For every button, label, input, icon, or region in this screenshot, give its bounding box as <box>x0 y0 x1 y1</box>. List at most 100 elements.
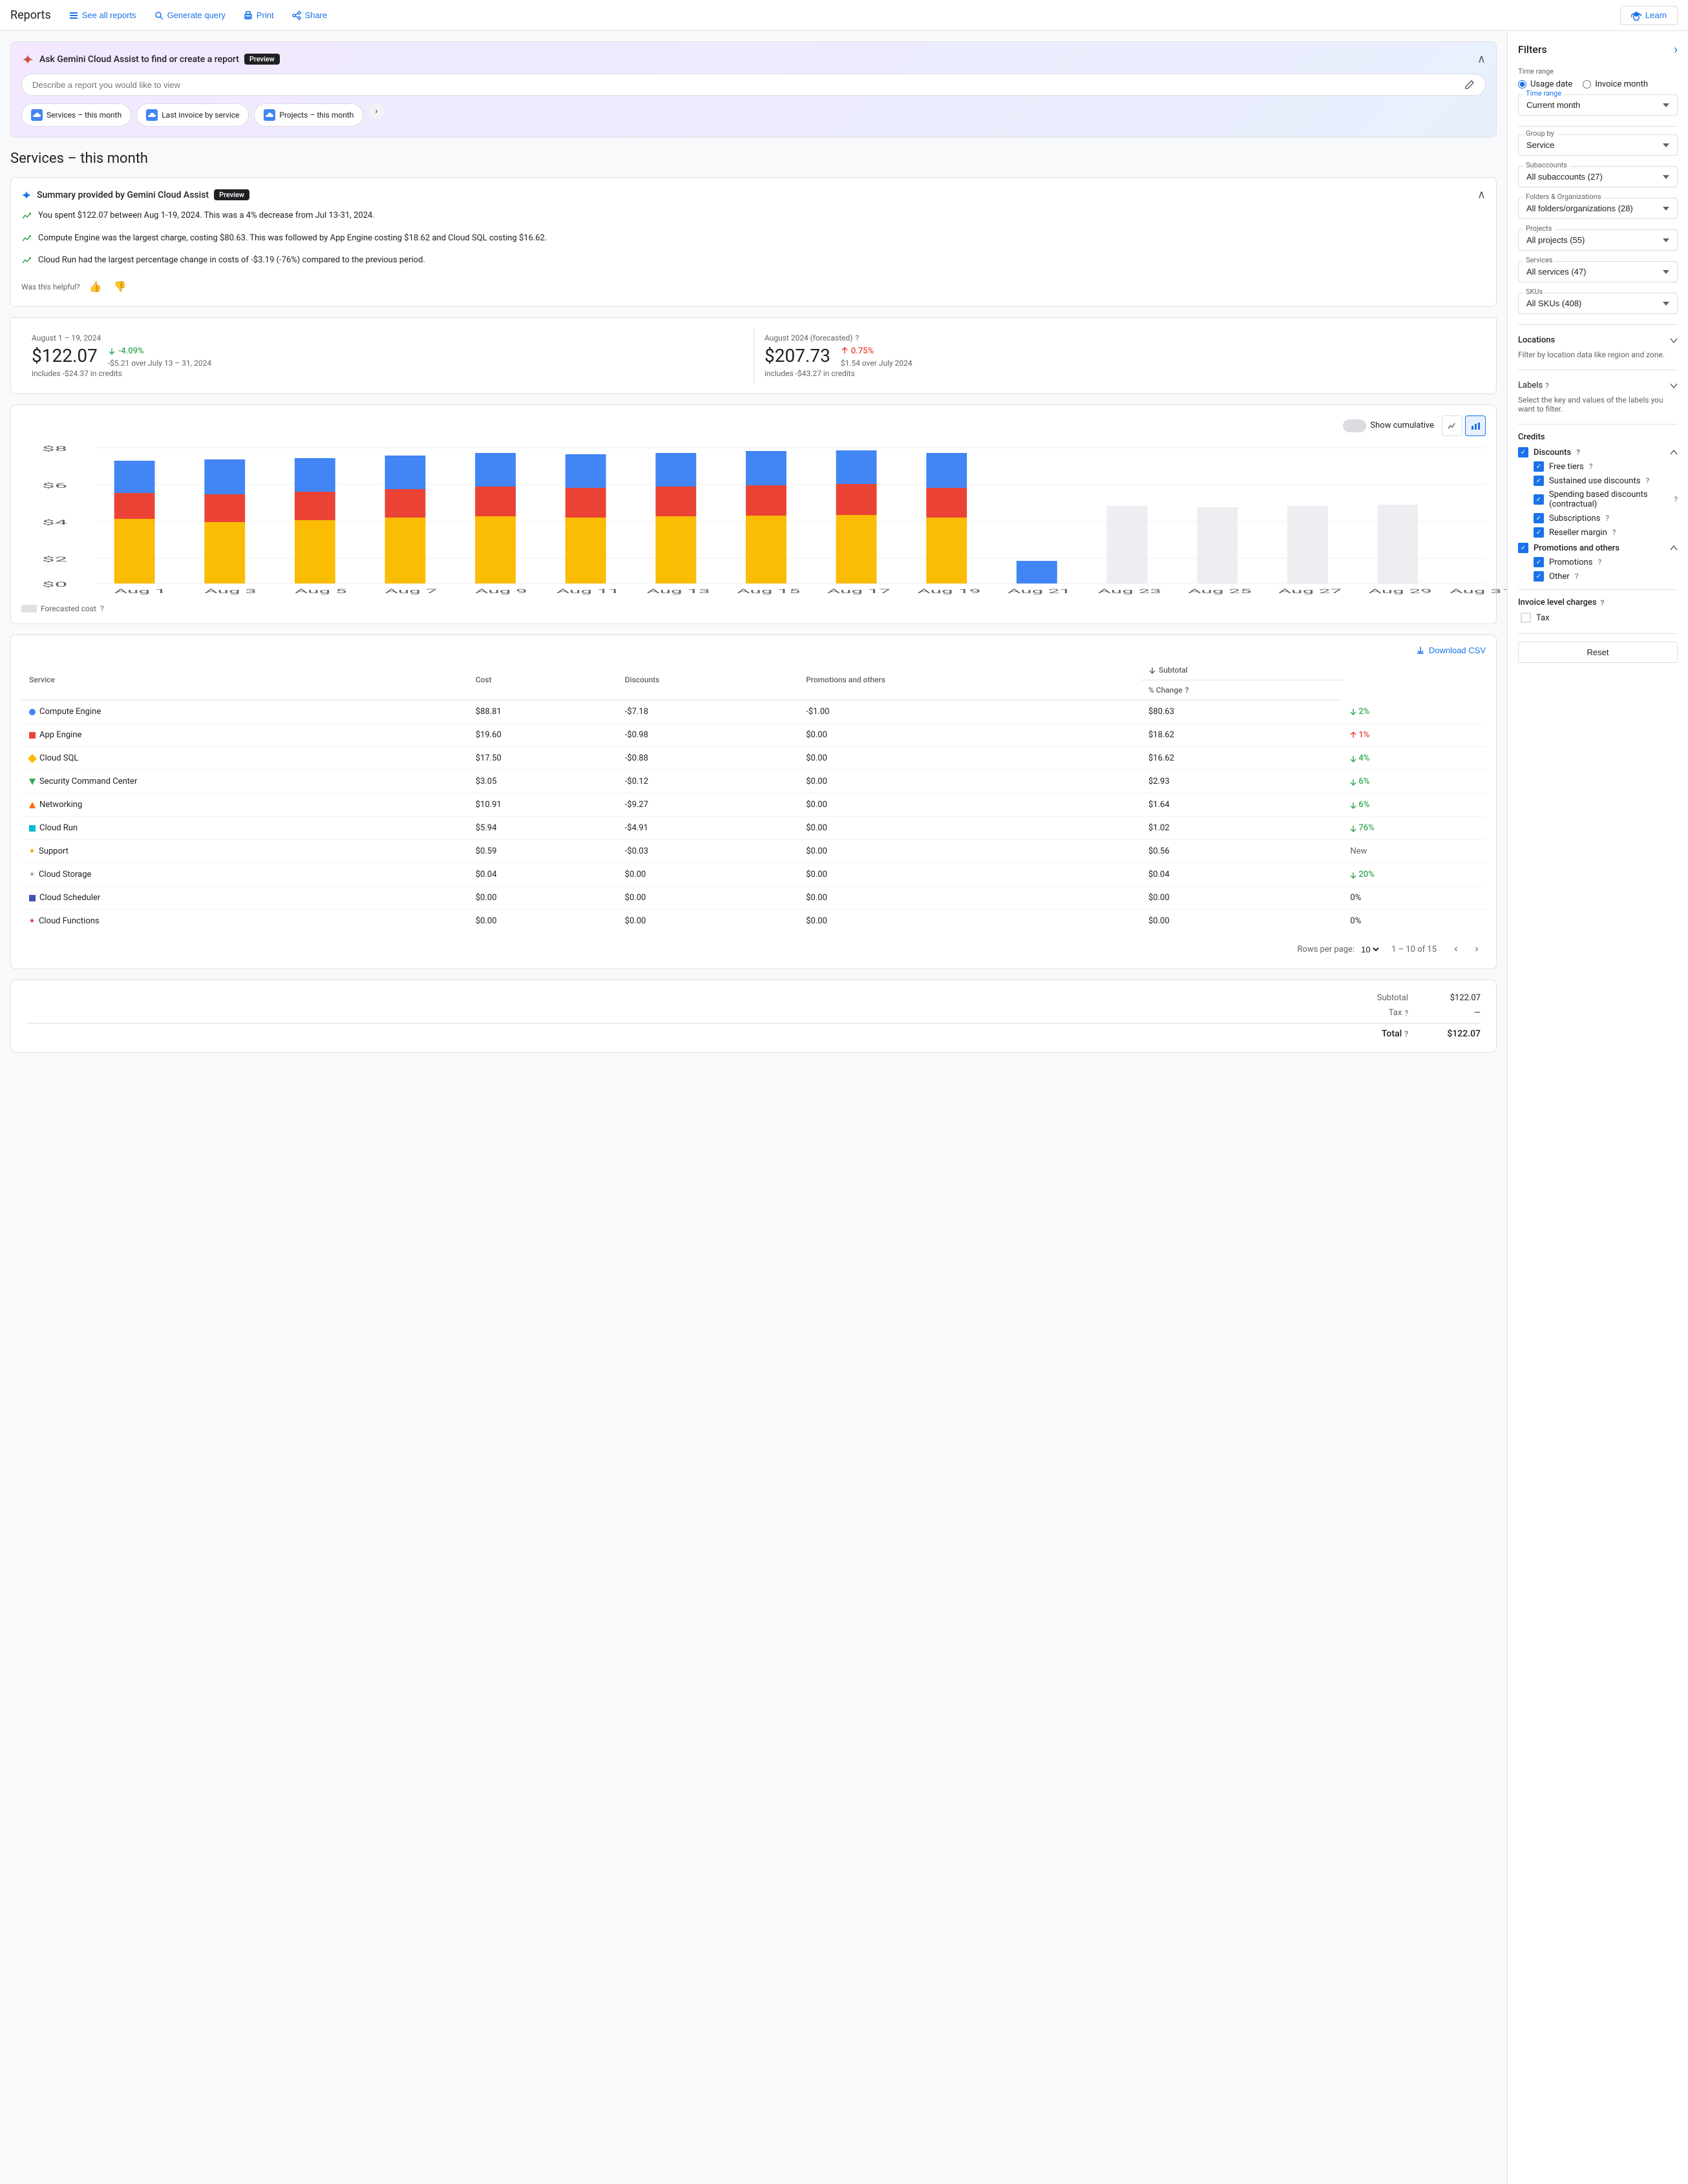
chip-projects-month[interactable]: Projects – this month <box>254 103 363 127</box>
thumbs-down-button[interactable]: 👎 <box>111 278 129 296</box>
discounts-cell: -$9.27 <box>617 793 798 817</box>
svg-text:Aug 29: Aug 29 <box>1368 587 1431 594</box>
col-subtotal[interactable]: Subtotal <box>1141 660 1342 680</box>
chips-next-button[interactable]: › <box>368 103 384 119</box>
chip-last-invoice[interactable]: Last invoice by service <box>136 103 249 127</box>
subaccounts-select-wrapper: Subaccounts All subaccounts (27) <box>1518 166 1678 187</box>
gemini-input-row[interactable] <box>21 74 1486 96</box>
download-csv-button[interactable]: Download CSV <box>1416 646 1486 655</box>
main-layout: Ask Gemini Cloud Assist to find or creat… <box>0 31 1688 2184</box>
chip-services-month[interactable]: Services – this month <box>21 103 131 127</box>
discounts-checkbox[interactable] <box>1518 447 1528 457</box>
forecast-help-icon-chart[interactable]: ? <box>100 604 104 613</box>
free-tiers-help-icon[interactable]: ? <box>1589 462 1593 471</box>
print-button[interactable]: Print <box>236 6 282 24</box>
cost-cell: $10.91 <box>468 793 617 817</box>
subtotal-cell: $16.62 <box>1141 747 1342 770</box>
preview-badge: Preview <box>244 54 280 65</box>
learn-button[interactable]: Learn <box>1620 6 1678 25</box>
discounts-cell: $0.00 <box>617 910 798 933</box>
promotions-help-icon[interactable]: ? <box>1598 558 1601 567</box>
cloud-icon-3 <box>264 109 275 121</box>
reseller-margin-item[interactable]: Reseller margin ? <box>1534 527 1678 538</box>
forecast-help-icon[interactable]: ? <box>855 333 859 342</box>
change-help-icon[interactable]: ? <box>1185 686 1189 695</box>
svg-text:Aug 21: Aug 21 <box>1008 587 1071 594</box>
gemini-small-icon <box>21 190 32 200</box>
labels-expand-button[interactable]: Labels ? <box>1518 378 1678 393</box>
spending-based-item[interactable]: Spending based discounts (contractual) ? <box>1534 490 1678 509</box>
discounts-help-icon[interactable]: ? <box>1576 448 1580 457</box>
spending-based-checkbox[interactable] <box>1534 494 1544 505</box>
gemini-banner: Ask Gemini Cloud Assist to find or creat… <box>10 41 1497 138</box>
free-tiers-item[interactable]: Free tiers ? <box>1534 461 1678 472</box>
locations-chevron-down-icon <box>1670 338 1678 343</box>
tax-checkbox[interactable] <box>1521 613 1531 623</box>
subtotal-cell: $80.63 <box>1141 700 1342 724</box>
brand-title: Reports <box>10 8 51 22</box>
current-change: -4.09% <box>108 346 211 356</box>
collapse-gemini-button[interactable]: ∧ <box>1477 52 1486 66</box>
gemini-input[interactable] <box>32 80 1464 90</box>
bar-chart-button[interactable] <box>1465 415 1486 436</box>
invoice-charges-help-icon[interactable]: ? <box>1601 598 1605 607</box>
trend-icon-2 <box>21 233 32 248</box>
subscriptions-item[interactable]: Subscriptions ? <box>1534 513 1678 523</box>
arrow-down-small-icon <box>1350 825 1356 832</box>
svg-text:Aug 1: Aug 1 <box>114 587 167 594</box>
collapse-summary-button[interactable]: ∧ <box>1477 188 1486 202</box>
services-filter-section: Services All services (47) <box>1518 261 1678 282</box>
locations-expand-button[interactable]: Locations <box>1518 333 1678 348</box>
table-row: ★Cloud Storage $0.04 $0.00 $0.00 $0.04 2… <box>21 863 1486 887</box>
summary-bullet-3: Cloud Run had the largest percentage cha… <box>21 254 1486 270</box>
svg-text:Aug 31: Aug 31 <box>1450 587 1507 594</box>
svg-text:Aug 11: Aug 11 <box>556 587 620 594</box>
invoice-month-radio[interactable]: Invoice month <box>1583 79 1648 89</box>
thumbs-up-button[interactable]: 👍 <box>87 278 105 296</box>
free-tiers-checkbox[interactable] <box>1534 461 1544 472</box>
share-button[interactable]: Share <box>284 6 335 24</box>
discounts-checkbox-row[interactable]: Discounts ? <box>1518 447 1678 457</box>
spending-help-icon[interactable]: ? <box>1674 495 1678 504</box>
promotions-item[interactable]: Promotions ? <box>1534 557 1678 567</box>
reset-button[interactable]: Reset <box>1518 642 1678 663</box>
subscriptions-help-icon[interactable]: ? <box>1605 514 1609 523</box>
reseller-margin-checkbox[interactable] <box>1534 527 1544 538</box>
other-help-icon[interactable]: ? <box>1575 572 1579 581</box>
tax-charge-item[interactable]: Tax <box>1521 613 1678 623</box>
change-cell: 0% <box>1350 893 1361 903</box>
usage-date-radio[interactable]: Usage date <box>1518 79 1572 89</box>
prev-page-button[interactable]: ‹ <box>1447 940 1465 958</box>
line-chart-button[interactable] <box>1442 415 1462 436</box>
download-row: Download CSV <box>21 646 1486 655</box>
tax-help-icon[interactable]: ? <box>1404 1009 1408 1018</box>
show-cumulative-toggle[interactable]: Show cumulative <box>1343 419 1434 432</box>
change-cell: 1% <box>1350 730 1478 740</box>
summary-bullet-2: Compute Engine was the largest charge, c… <box>21 232 1486 248</box>
other-item[interactable]: Other ? <box>1534 571 1678 582</box>
see-all-reports-button[interactable]: See all reports <box>61 6 144 24</box>
sustained-help-icon[interactable]: ? <box>1645 476 1649 485</box>
sustained-use-checkbox[interactable] <box>1534 476 1544 486</box>
promotions-checkbox[interactable] <box>1534 557 1544 567</box>
sustained-use-item[interactable]: Sustained use discounts ? <box>1534 476 1678 486</box>
generate-query-button[interactable]: Generate query <box>147 6 233 24</box>
svg-text:Aug 15: Aug 15 <box>737 587 800 594</box>
other-checkbox[interactable] <box>1534 571 1544 582</box>
page-title: Services – this month <box>10 151 1497 167</box>
rows-per-page-select[interactable]: 10 25 50 <box>1358 944 1381 955</box>
promotions-checkbox-row[interactable]: Promotions and others <box>1518 543 1678 553</box>
cost-cell: $19.60 <box>468 724 617 747</box>
cumulative-switch[interactable] <box>1343 419 1366 432</box>
total-help-icon[interactable]: ? <box>1404 1029 1408 1038</box>
reseller-help-icon[interactable]: ? <box>1612 528 1616 537</box>
promotions-others-checkbox[interactable] <box>1518 543 1528 553</box>
next-page-button[interactable]: › <box>1468 940 1486 958</box>
filters-collapse-button[interactable]: › <box>1674 41 1678 57</box>
arrow-down-small-icon <box>1350 755 1356 762</box>
labels-help-icon[interactable]: ? <box>1545 381 1549 390</box>
skus-select-wrapper: SKUs All SKUs (408) <box>1518 293 1678 314</box>
metrics-row: August 1 – 19, 2024 $122.07 -4.09% -$5.2… <box>10 317 1497 394</box>
subscriptions-checkbox[interactable] <box>1534 513 1544 523</box>
print-icon <box>244 11 253 20</box>
